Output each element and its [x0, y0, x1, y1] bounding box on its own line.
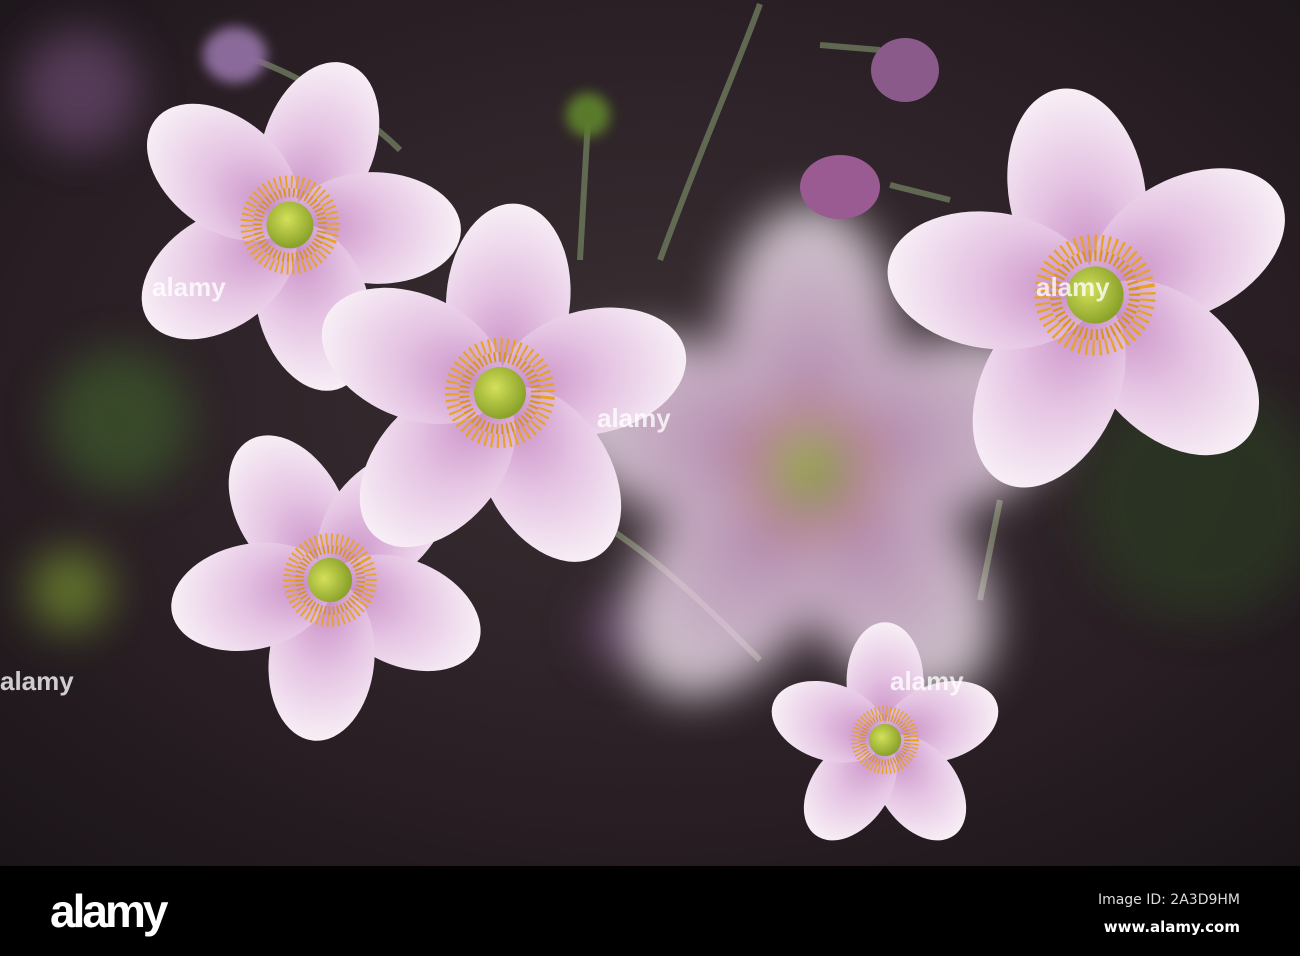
alamy-logo: alamy: [50, 885, 168, 937]
watermark-text: alamy: [152, 272, 226, 302]
website-link: www.alamy.com: [1103, 918, 1240, 936]
image-id: Image ID: 2A3D9HM: [1097, 892, 1240, 908]
watermark-footer: alamy Image ID: 2A3D9HM www.alamy.com: [0, 866, 1300, 956]
watermark-text: alamy: [597, 403, 671, 433]
watermark-text: alamy: [1036, 272, 1110, 302]
watermark-text: alamy: [890, 666, 964, 696]
photo-stage: alamy alamy alamy alamy alamy alamy Imag…: [0, 0, 1300, 956]
watermark-text: alamy: [0, 666, 74, 696]
